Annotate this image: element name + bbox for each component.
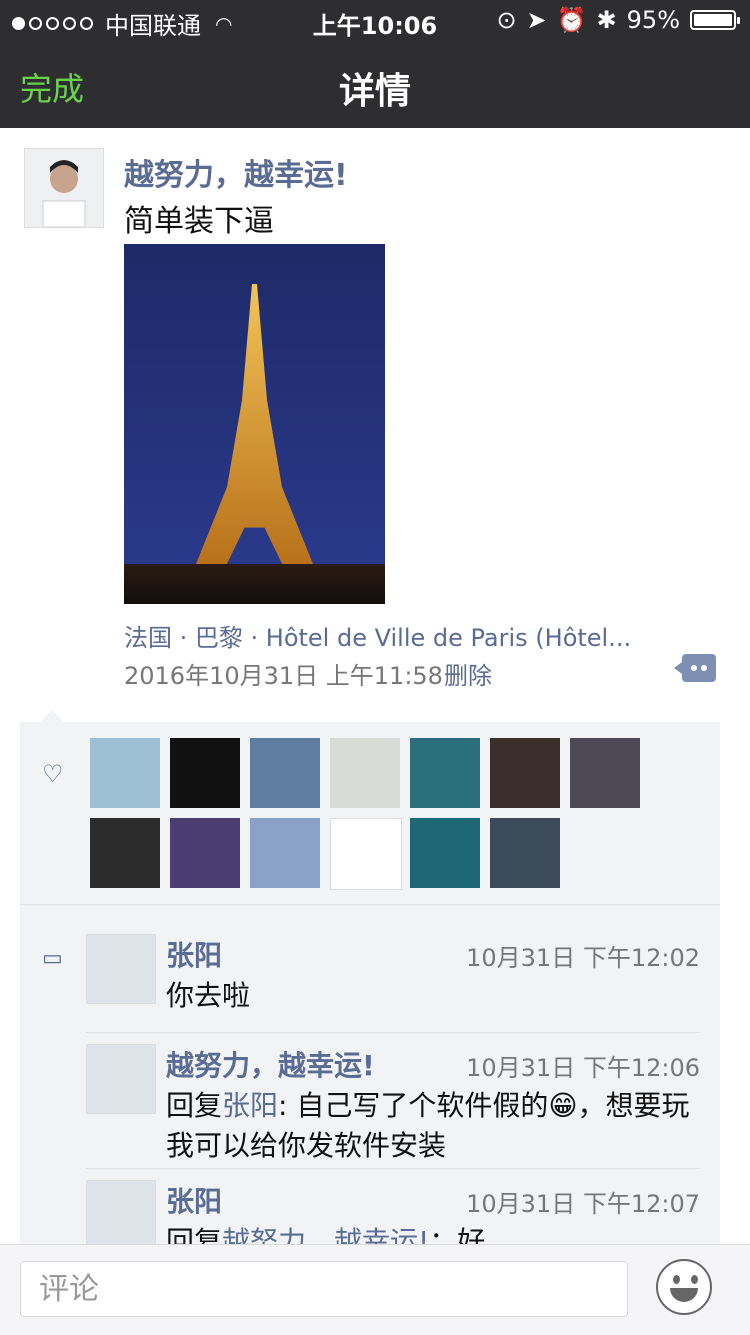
divider [86,1032,700,1033]
eiffel-tower-image [192,284,317,574]
avatar[interactable] [24,148,104,228]
post-photo[interactable] [124,244,385,604]
delete-button[interactable]: 删除 [444,656,492,691]
post-timestamp: 2016年10月31日 上午11:58 [124,662,443,690]
status-bar: 中国联通 ◠ 上午10:06 ⊙ ➤ ⏰ ✱ 95% [0,0,750,40]
post-location[interactable]: 法国 · 巴黎 · Hôtel de Ville de Paris (Hôtel… [124,618,631,653]
comment-time: 10月31日 下午12:06 [466,1054,700,1082]
rotation-lock-icon: ⊙ [496,6,517,34]
avatar[interactable] [86,1044,156,1114]
comment-time: 10月31日 下午12:02 [466,944,700,972]
comment-author[interactable]: 张阳 [166,1180,222,1220]
emoji-icon[interactable] [656,1259,712,1315]
liker-avatar[interactable] [170,818,240,888]
liker-avatar[interactable] [410,818,480,888]
top-bar: 中国联通 ◠ 上午10:06 ⊙ ➤ ⏰ ✱ 95% 完成 详情 [0,0,750,128]
divider [86,1168,700,1169]
liker-avatar[interactable] [570,738,640,808]
avatar[interactable] [86,934,156,1004]
comment-input[interactable]: 评论 [20,1261,628,1317]
heart-icon: ♡ [42,760,64,788]
liker-avatar[interactable] [250,738,320,808]
comment-text: 你去啦 [166,979,251,1012]
comment-text: 回复张阳: 自己写了个软件假的😁，想要玩我可以给你发软件安装 [166,1086,700,1166]
liker-avatar[interactable] [490,818,560,888]
comment-bubble-icon: ▭ [42,946,63,971]
liker-avatar[interactable] [330,738,400,808]
liker-avatar[interactable] [90,738,160,808]
comment-time: 10月31日 下午12:07 [466,1190,700,1218]
reply-target[interactable]: 张阳 [222,1089,278,1122]
avatar[interactable] [86,1180,156,1250]
status-right: ⊙ ➤ ⏰ ✱ 95% [496,6,740,34]
post-author[interactable]: 越努力，越幸运! [124,150,348,194]
liker-avatar[interactable] [410,738,480,808]
liker-avatar[interactable] [90,818,160,888]
liker-avatar[interactable] [490,738,560,808]
comment-author[interactable]: 越努力，越幸运! [166,1044,375,1084]
comment-bar: 评论 [0,1244,750,1335]
page-title: 详情 [338,71,411,112]
comment-menu-button[interactable] [674,654,716,682]
liker-avatar[interactable] [250,818,320,888]
liker-avatar[interactable] [170,738,240,808]
location-icon: ➤ [526,6,547,34]
divider [20,904,720,905]
river-image [124,564,385,604]
post-text: 简单装下逼 [124,204,274,239]
reply-prefix: 回复 [166,1089,223,1122]
comment-author[interactable]: 张阳 [166,934,222,974]
bluetooth-icon: ✱ [596,6,617,34]
liker-avatar[interactable] [330,818,402,890]
alarm-icon: ⏰ [556,6,587,34]
battery-percent: 95% [626,6,680,34]
interaction-panel: ♡ ▭ 张阳 10月31日 下午12:02 你去啦 越努力，越幸运! 10月31… [20,710,720,1282]
battery-icon [690,10,740,30]
